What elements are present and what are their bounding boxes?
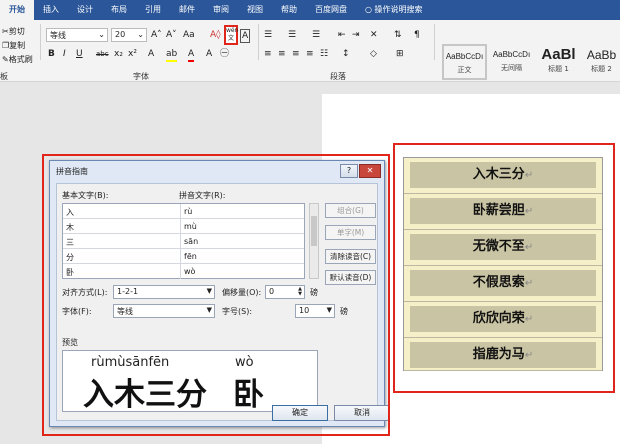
borders-icon[interactable]: ⊞ bbox=[396, 48, 404, 60]
font-size-combo[interactable]: 20 ⌄ bbox=[111, 28, 147, 42]
font-color-icon[interactable]: A bbox=[188, 48, 195, 62]
lightbulb-icon: ○ bbox=[365, 5, 375, 14]
italic-icon[interactable]: I bbox=[63, 48, 66, 60]
align-center-icon[interactable]: ≡ bbox=[278, 48, 286, 60]
justify-icon[interactable]: ≡ bbox=[306, 48, 314, 60]
tab-baidu-netdisk[interactable]: 百度网盘 bbox=[306, 0, 356, 20]
bold-icon[interactable]: B bbox=[48, 48, 55, 60]
underline-icon[interactable]: U bbox=[76, 48, 83, 60]
separator bbox=[434, 24, 435, 60]
chevron-down-icon: ⌄ bbox=[137, 30, 144, 39]
style-heading-1[interactable]: AaBl 标题 1 bbox=[536, 44, 581, 80]
table-highlight-box bbox=[393, 143, 615, 393]
sort-icon[interactable]: ⇅ bbox=[394, 29, 402, 41]
bullets-icon[interactable]: ☰ bbox=[264, 29, 272, 41]
tab-review[interactable]: 审阅 bbox=[204, 0, 238, 20]
style-no-spacing[interactable]: AaBbCcDı 无间隔 bbox=[489, 44, 534, 80]
brush-icon: ✎ bbox=[2, 55, 9, 64]
tab-home[interactable]: 开始 bbox=[0, 0, 34, 20]
copy-button[interactable]: ❐复制 bbox=[2, 40, 25, 51]
highlight-icon[interactable]: ab bbox=[166, 48, 178, 62]
multilevel-list-icon[interactable]: ☰ bbox=[312, 29, 320, 41]
font-group-label: 字体 bbox=[133, 72, 149, 81]
style-normal[interactable]: AaBbCcDı 正文 bbox=[442, 44, 487, 80]
dialog-highlight-box bbox=[42, 154, 390, 436]
chinese-layout-icon[interactable]: ✕ bbox=[370, 29, 378, 41]
chevron-down-icon: ⌄ bbox=[98, 30, 105, 39]
format-painter-button[interactable]: ✎格式刷 bbox=[2, 54, 33, 65]
align-right-icon[interactable]: ≡ bbox=[292, 48, 300, 60]
grow-font-icon[interactable]: A˄ bbox=[151, 29, 162, 41]
change-case-icon[interactable]: Aa bbox=[183, 29, 195, 41]
scissors-icon: ✂ bbox=[2, 27, 9, 36]
char-shading-icon[interactable]: A bbox=[206, 48, 212, 60]
tab-references[interactable]: 引用 bbox=[136, 0, 170, 20]
cut-button[interactable]: ✂剪切 bbox=[2, 26, 25, 37]
text-effects-icon[interactable]: A bbox=[148, 48, 154, 60]
separator bbox=[40, 24, 41, 60]
superscript-icon[interactable]: x² bbox=[128, 48, 137, 60]
tab-design[interactable]: 设计 bbox=[68, 0, 102, 20]
ribbon: ✂剪切 ❐复制 ✎格式刷 板 等线 ⌄ 20 ⌄ A˄ A˅ Aa A◊ wén 文… bbox=[0, 20, 620, 82]
numbering-icon[interactable]: ☰ bbox=[288, 29, 296, 41]
tab-mailings[interactable]: 邮件 bbox=[170, 0, 204, 20]
subscript-icon[interactable]: x₂ bbox=[114, 48, 123, 60]
align-left-icon[interactable]: ≡ bbox=[264, 48, 272, 60]
clipboard-group-label: 板 bbox=[0, 72, 8, 81]
line-spacing-icon[interactable]: ↕ bbox=[342, 48, 350, 60]
shading-icon[interactable]: ◇ bbox=[370, 48, 377, 60]
tab-insert[interactable]: 插入 bbox=[34, 0, 68, 20]
tab-layout[interactable]: 布局 bbox=[102, 0, 136, 20]
separator bbox=[258, 24, 259, 60]
show-marks-icon[interactable]: ¶ bbox=[414, 29, 420, 41]
shrink-font-icon[interactable]: A˅ bbox=[166, 29, 177, 41]
char-border-icon[interactable]: A bbox=[240, 29, 251, 43]
decrease-indent-icon[interactable]: ⇤ bbox=[338, 29, 346, 41]
increase-indent-icon[interactable]: ⇥ bbox=[352, 29, 360, 41]
tell-me-search[interactable]: ○ 操作说明搜索 bbox=[356, 0, 432, 20]
distributed-icon[interactable]: ☷ bbox=[320, 48, 328, 60]
tab-help[interactable]: 帮助 bbox=[272, 0, 306, 20]
phonetic-guide-icon[interactable]: wén 文 bbox=[224, 25, 238, 45]
style-heading-2[interactable]: AaBb 标题 2 bbox=[583, 44, 620, 80]
font-name-combo[interactable]: 等线 ⌄ bbox=[46, 28, 108, 42]
clear-format-icon[interactable]: A◊ bbox=[210, 29, 221, 41]
paragraph-group-label: 段落 bbox=[330, 72, 346, 81]
ribbon-tabs: 开始 插入 设计 布局 引用 邮件 审阅 视图 帮助 百度网盘 ○ 操作说明搜索 bbox=[0, 0, 620, 20]
tab-view[interactable]: 视图 bbox=[238, 0, 272, 20]
enclose-char-icon[interactable]: ㊀ bbox=[220, 48, 229, 60]
strikethrough-icon[interactable]: abc bbox=[96, 48, 109, 60]
